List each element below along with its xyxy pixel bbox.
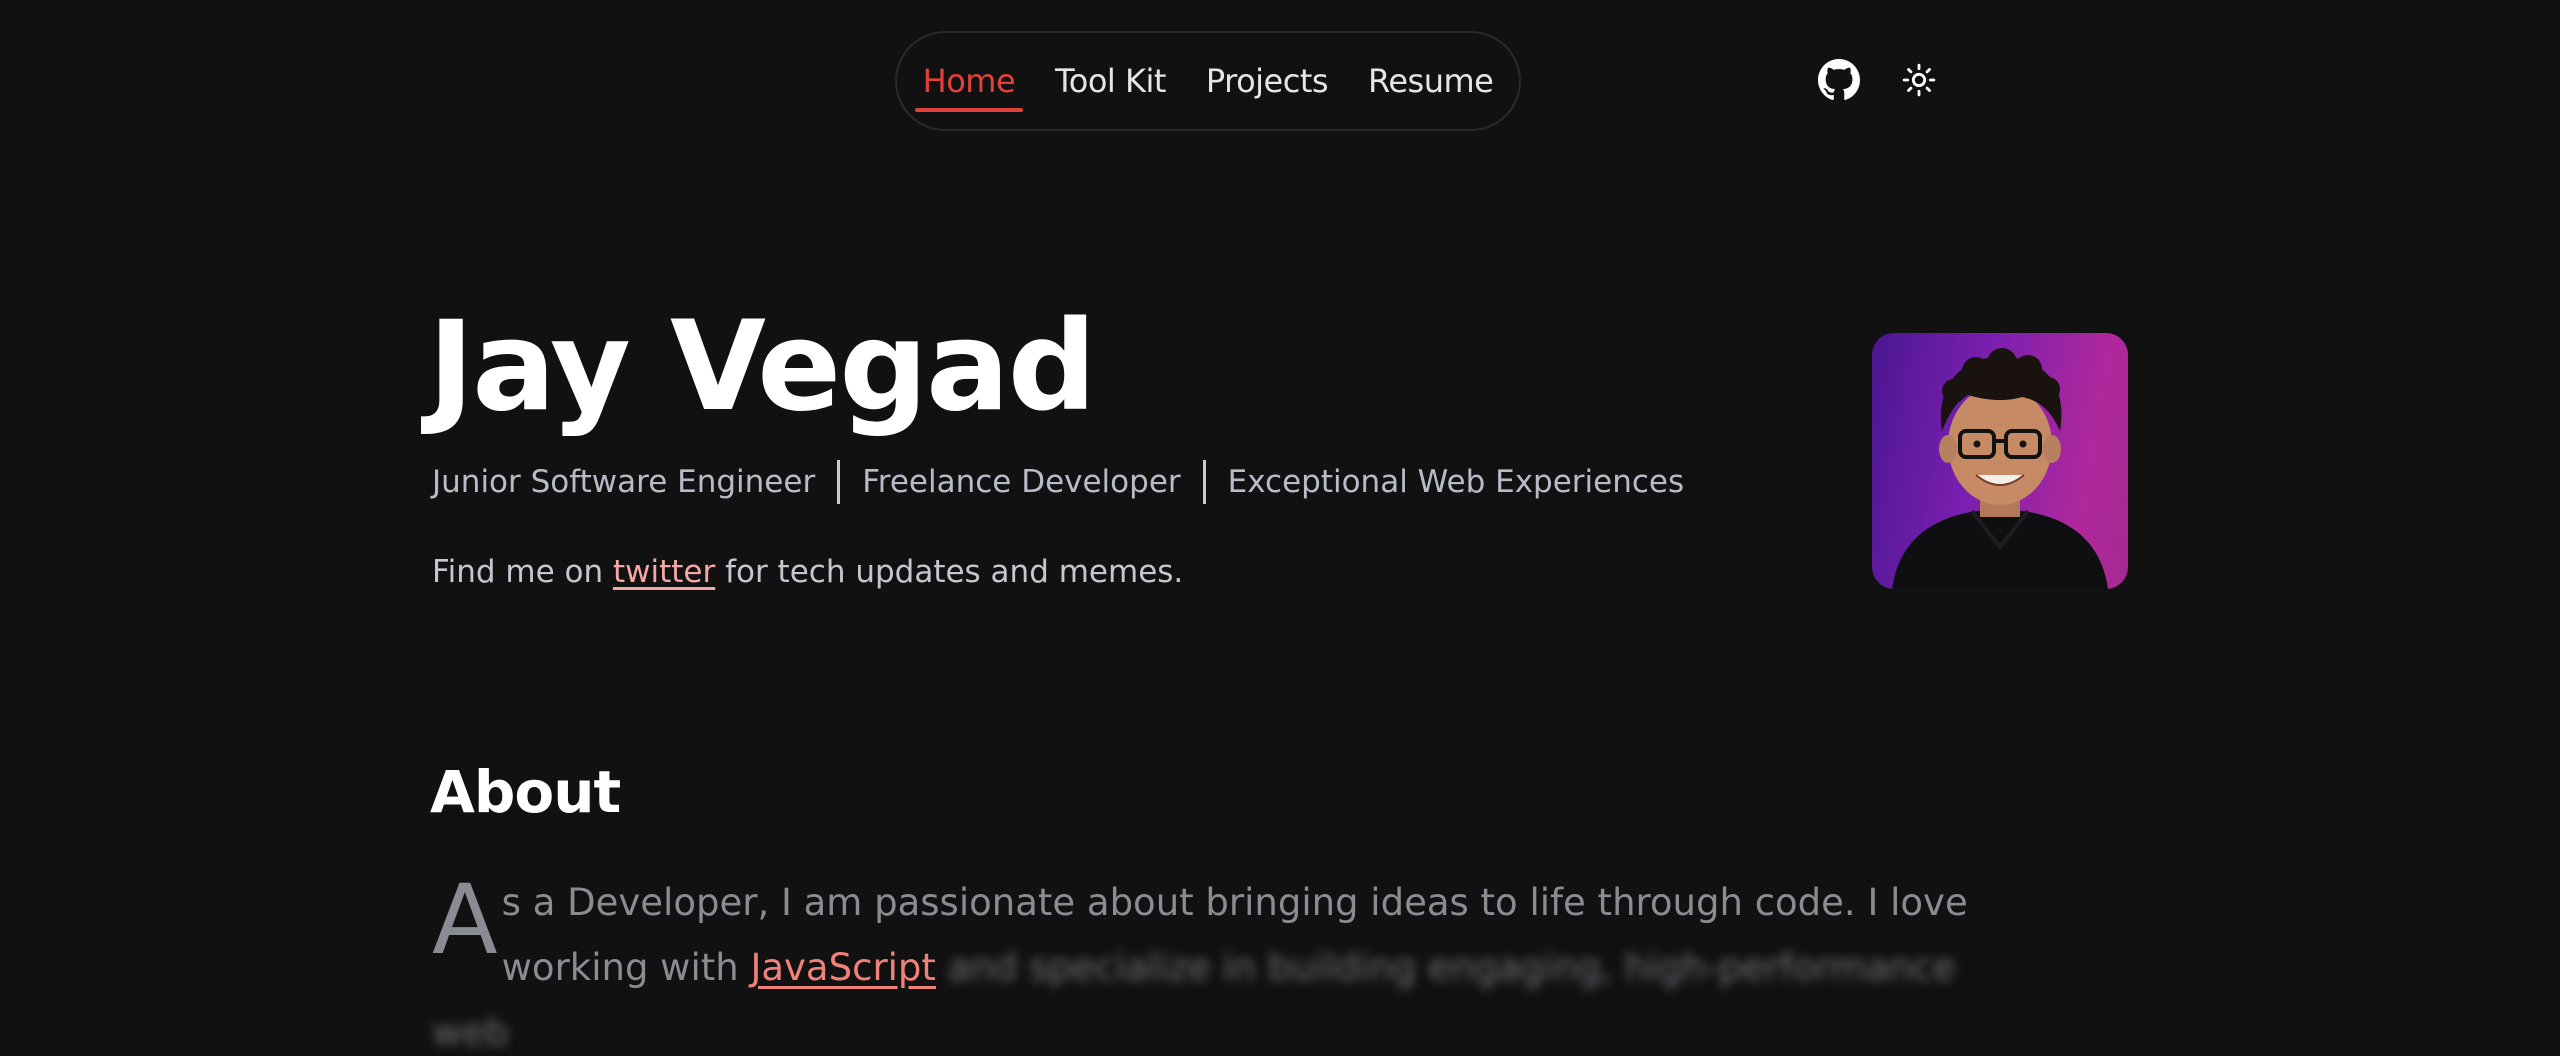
main-nav: Home Tool Kit Projects Resume bbox=[895, 31, 1521, 131]
drop-cap: A bbox=[432, 864, 498, 976]
about-heading: About bbox=[430, 758, 621, 826]
nav-home-link[interactable]: Home bbox=[914, 56, 1023, 112]
role-item: Exceptional Web Experiences bbox=[1227, 464, 1685, 500]
avatar bbox=[1872, 333, 2128, 589]
social-suffix: for tech updates and memes. bbox=[715, 554, 1184, 590]
role-item: Freelance Developer bbox=[862, 464, 1181, 500]
role-list: Junior Software Engineer Freelance Devel… bbox=[432, 460, 1684, 504]
social-prefix: Find me on bbox=[432, 554, 613, 590]
nav-projects-link[interactable]: Projects bbox=[1206, 56, 1329, 106]
github-icon[interactable] bbox=[1815, 56, 1863, 104]
role-divider bbox=[1202, 460, 1206, 504]
social-line: Find me on twitter for tech updates and … bbox=[432, 554, 1183, 590]
twitter-link[interactable]: twitter bbox=[613, 554, 715, 590]
role-divider bbox=[837, 460, 841, 504]
about-paragraph: As a Developer, I am passionate about br… bbox=[432, 870, 2032, 1056]
page-title: Jay Vegad bbox=[428, 295, 1096, 439]
javascript-link[interactable]: JavaScript bbox=[750, 946, 935, 989]
role-item: Junior Software Engineer bbox=[432, 464, 816, 500]
nav-toolkit-link[interactable]: Tool Kit bbox=[1055, 56, 1166, 106]
nav-resume-link[interactable]: Resume bbox=[1368, 56, 1494, 106]
page: Home Tool Kit Projects Resume Jay Vegad … bbox=[0, 0, 2560, 1056]
sun-icon[interactable] bbox=[1895, 56, 1943, 104]
